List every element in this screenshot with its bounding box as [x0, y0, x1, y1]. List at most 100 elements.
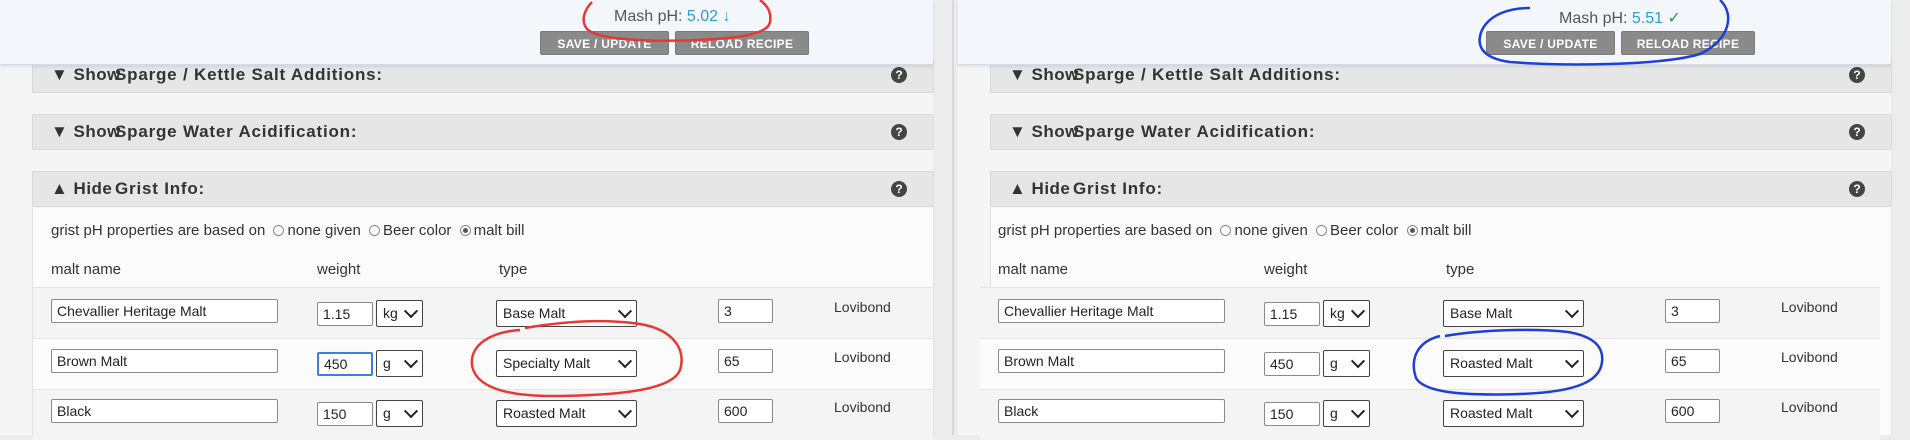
type-select[interactable]: Roasted Malt: [1443, 400, 1584, 427]
left-recipe-pane: Mash pH: 5.02 ↓ SAVE / UPDATE RELOAD REC…: [0, 0, 934, 440]
unit-select[interactable]: g: [376, 400, 423, 427]
save-update-button[interactable]: SAVE / UPDATE: [1486, 31, 1615, 55]
chevron-down-icon: [403, 354, 419, 369]
panel-toggle[interactable]: ▼ Show: [51, 122, 121, 142]
select-value: kg: [383, 305, 398, 321]
help-icon[interactable]: ?: [891, 124, 907, 140]
malt-name-input[interactable]: Black: [998, 399, 1225, 423]
color-unit: Lovibond: [1781, 399, 1838, 415]
grist-panel-header[interactable]: ▲ Hide Grist Info: ?: [32, 171, 934, 207]
select-value: g: [383, 355, 391, 371]
malt-name-input[interactable]: Chevallier Heritage Malt: [51, 299, 278, 323]
radio-none-given[interactable]: [273, 225, 285, 236]
unit-select[interactable]: g: [376, 350, 423, 377]
malt-name-input[interactable]: Brown Malt: [51, 349, 278, 373]
radio-malt-bill[interactable]: [459, 225, 471, 236]
type-select[interactable]: Base Malt: [496, 300, 637, 327]
help-icon[interactable]: ?: [1849, 67, 1865, 83]
sparge-acid-panel-header[interactable]: ▼ Show Sparge Water Acidification: ?: [32, 114, 934, 150]
select-value: Specialty Malt: [503, 355, 591, 371]
color-unit: Lovibond: [834, 299, 891, 315]
left-top-bar: Mash pH: 5.02 ↓ SAVE / UPDATE RELOAD REC…: [0, 0, 933, 65]
select-value: kg: [1330, 305, 1345, 321]
help-icon[interactable]: ?: [1849, 124, 1865, 140]
type-select[interactable]: Roasted Malt: [1443, 350, 1584, 377]
panel-title: Grist Info:: [1073, 179, 1164, 198]
chevron-down-icon: [617, 404, 633, 419]
grist-panel-header[interactable]: ▲ Hide Grist Info: ?: [990, 171, 1892, 207]
unit-select[interactable]: kg: [376, 300, 423, 327]
chevron-down-icon: [403, 304, 419, 319]
color-input[interactable]: 65: [1665, 349, 1720, 373]
weight-input[interactable]: 1.15: [1264, 302, 1320, 326]
color-input[interactable]: 600: [718, 399, 773, 423]
sparge-acid-panel-header[interactable]: ▼ Show Sparge Water Acidification: ?: [990, 114, 1892, 150]
right-top-bar: Mash pH: 5.51 ✓ SAVE / UPDATE RELOAD REC…: [958, 0, 1891, 65]
color-input[interactable]: 600: [1665, 399, 1720, 423]
weight-input[interactable]: 1.15: [317, 302, 373, 326]
panel-toggle[interactable]: ▼ Show: [1009, 122, 1079, 142]
chevron-down-icon: [1564, 304, 1580, 319]
right-recipe-pane: Mash pH: 5.51 ✓ SAVE / UPDATE RELOAD REC…: [958, 0, 1892, 440]
panel-title: Sparge / Kettle Salt Additions:: [1073, 65, 1341, 84]
color-input[interactable]: 3: [1665, 299, 1720, 323]
unit-select[interactable]: g: [1323, 350, 1370, 377]
malt-name-input[interactable]: Brown Malt: [998, 349, 1225, 373]
unit-select[interactable]: g: [1323, 400, 1370, 427]
mash-ph-value: 5.51: [1631, 10, 1664, 27]
mash-ph-label: Mash pH:: [614, 8, 683, 25]
help-icon[interactable]: ?: [1849, 181, 1865, 197]
header-type: type: [499, 261, 528, 278]
save-update-button[interactable]: SAVE / UPDATE: [540, 31, 669, 55]
help-icon[interactable]: ?: [891, 67, 907, 83]
color-unit: Lovibond: [1781, 349, 1838, 365]
mash-ph-label: Mash pH:: [1559, 10, 1628, 27]
select-value: g: [1330, 405, 1338, 421]
color-input[interactable]: 3: [718, 299, 773, 323]
select-value: g: [383, 405, 391, 421]
grist-ph-label: grist pH properties are based on: [998, 222, 1213, 239]
weight-input[interactable]: 450: [317, 352, 373, 376]
panel-toggle[interactable]: ▲ Hide: [1009, 179, 1070, 199]
radio-none-given[interactable]: [1220, 225, 1232, 236]
radio-label: none given: [1234, 222, 1308, 239]
radio-beer-color[interactable]: [369, 225, 381, 236]
grist-ph-basis: grist pH properties are based on none gi…: [51, 222, 524, 239]
chevron-down-icon: [1350, 304, 1366, 319]
weight-input[interactable]: 450: [1264, 352, 1320, 376]
malt-name-input[interactable]: Chevallier Heritage Malt: [998, 299, 1225, 323]
reload-recipe-button[interactable]: RELOAD RECIPE: [1621, 31, 1755, 55]
type-select[interactable]: Specialty Malt: [496, 350, 637, 377]
select-value: Roasted Malt: [1450, 405, 1533, 421]
panel-title: Sparge Water Acidification:: [115, 122, 358, 141]
color-unit: Lovibond: [834, 399, 891, 415]
select-value: Base Malt: [503, 305, 566, 321]
grist-ph-basis: grist pH properties are based on none gi…: [998, 222, 1471, 239]
header-weight: weight: [1264, 261, 1308, 278]
unit-select[interactable]: kg: [1323, 300, 1370, 327]
radio-label: malt bill: [473, 222, 525, 239]
select-value: Base Malt: [1450, 305, 1513, 321]
header-malt-name: malt name: [51, 261, 122, 278]
color-input[interactable]: 65: [718, 349, 773, 373]
panel-toggle[interactable]: ▼ Show: [1009, 65, 1079, 85]
radio-malt-bill[interactable]: [1406, 225, 1418, 236]
type-select[interactable]: Base Malt: [1443, 300, 1584, 327]
reload-recipe-button[interactable]: RELOAD RECIPE: [675, 31, 809, 55]
select-value: Roasted Malt: [503, 405, 586, 421]
type-select[interactable]: Roasted Malt: [496, 400, 637, 427]
weight-input[interactable]: 150: [317, 402, 373, 426]
panel-title: Grist Info:: [115, 179, 206, 198]
mash-ph-value: 5.02: [686, 8, 719, 25]
radio-beer-color[interactable]: [1316, 225, 1328, 236]
help-icon[interactable]: ?: [891, 181, 907, 197]
malt-name-input[interactable]: Black: [51, 399, 278, 423]
chevron-down-icon: [1564, 354, 1580, 369]
panel-toggle[interactable]: ▲ Hide: [51, 179, 112, 199]
header-malt-name: malt name: [998, 261, 1069, 278]
panel-toggle[interactable]: ▼ Show: [51, 65, 121, 85]
weight-input[interactable]: 150: [1264, 402, 1320, 426]
chevron-down-icon: [1350, 404, 1366, 419]
select-value: Roasted Malt: [1450, 355, 1533, 371]
chevron-down-icon: [1564, 404, 1580, 419]
